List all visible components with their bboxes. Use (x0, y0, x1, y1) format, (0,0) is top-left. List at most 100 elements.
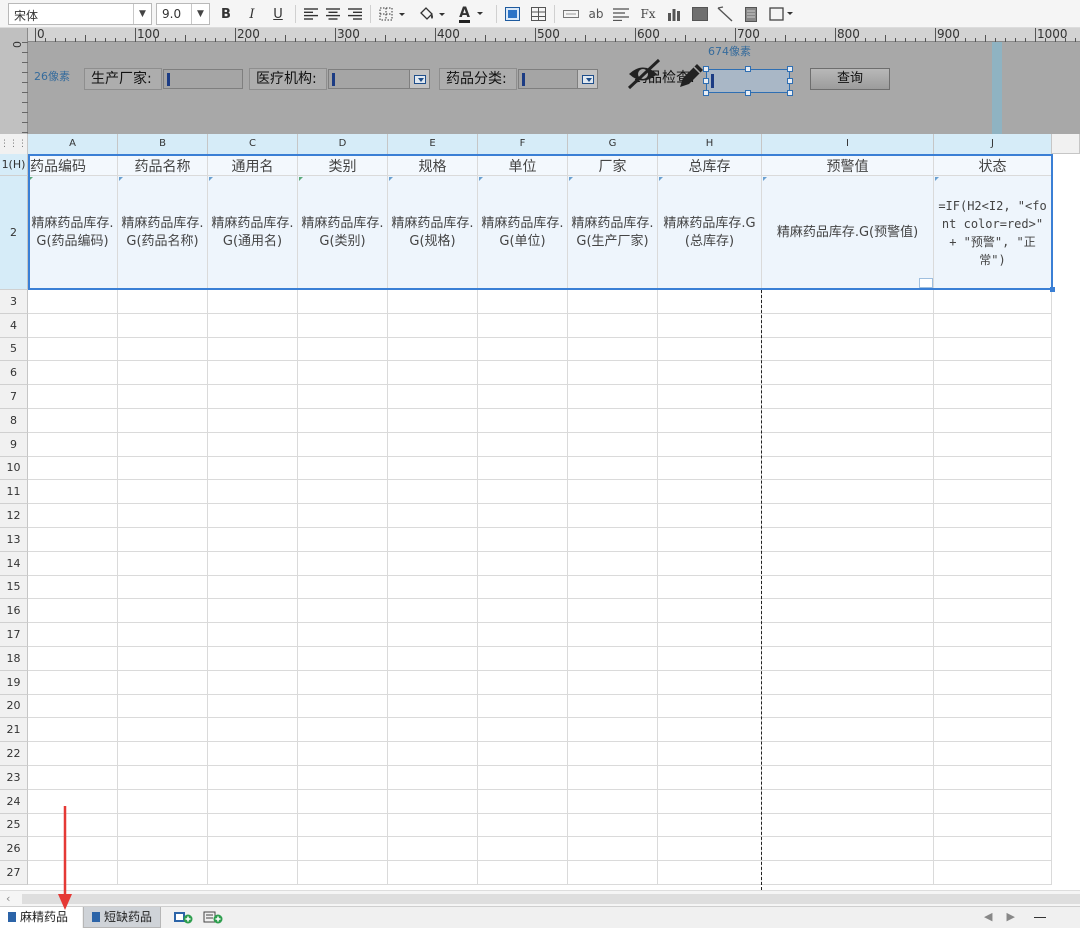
row-header[interactable]: 24 (0, 789, 28, 814)
grid-cell[interactable] (762, 647, 934, 671)
column-header-c[interactable]: C (208, 134, 298, 154)
grid-cell[interactable] (478, 456, 568, 481)
column-header-f[interactable]: F (478, 134, 568, 154)
row-header[interactable]: 16 (0, 599, 28, 624)
bar-chart-icon[interactable] (664, 3, 684, 25)
grid-cell[interactable] (388, 480, 478, 505)
grid-cell[interactable] (934, 290, 1052, 314)
grid-cell[interactable] (388, 837, 478, 862)
row-header[interactable]: 27 (0, 861, 28, 885)
grid-cell[interactable] (298, 647, 388, 671)
scrollbar-thumb[interactable] (22, 894, 1080, 904)
grid-cell[interactable] (762, 385, 934, 409)
grid-cell[interactable] (934, 409, 1052, 433)
grid-cell[interactable] (762, 290, 934, 314)
row-header[interactable]: 15 (0, 575, 28, 600)
grid-cell[interactable] (478, 861, 568, 885)
grid-cell[interactable] (934, 337, 1052, 362)
grid-cell[interactable] (568, 813, 658, 838)
insert-image-icon[interactable] (503, 3, 521, 25)
row-header[interactable]: 17 (0, 623, 28, 647)
row-header[interactable]: 18 (0, 647, 28, 671)
row-header[interactable]: 7 (0, 385, 28, 409)
grid-cell[interactable] (208, 837, 298, 862)
align-right-icon[interactable] (346, 3, 364, 25)
column-header-d[interactable]: D (298, 134, 388, 154)
grid-cell[interactable] (568, 290, 658, 314)
grid-cell[interactable] (762, 718, 934, 743)
grid-cell[interactable] (388, 313, 478, 338)
grid-cell[interactable] (658, 313, 762, 338)
grid-cell[interactable] (298, 861, 388, 885)
grid-cell[interactable] (934, 480, 1052, 505)
grid-cell[interactable] (28, 766, 118, 790)
grid-cell[interactable] (388, 551, 478, 576)
grid-cell[interactable] (118, 385, 208, 409)
grid-cell[interactable] (762, 504, 934, 528)
right-margin-guide[interactable] (992, 42, 1002, 134)
binding-cell[interactable]: 精麻药品库存.G(规格) (388, 176, 478, 290)
grid-cell[interactable] (388, 409, 478, 433)
grid-cell[interactable] (118, 480, 208, 505)
grid-cell[interactable] (298, 313, 388, 338)
grid-cell[interactable] (298, 813, 388, 838)
grid-cell[interactable] (118, 551, 208, 576)
slash-line-icon[interactable] (714, 3, 736, 25)
grid-cell[interactable] (208, 361, 298, 386)
grid-cell[interactable] (934, 742, 1052, 766)
grid-cell[interactable] (388, 575, 478, 600)
grid-cell[interactable] (934, 647, 1052, 671)
binding-cell[interactable]: =IF(H2<I2, "<font color=red>" + "预警", "正… (934, 176, 1052, 290)
grid-cell[interactable] (762, 361, 934, 386)
grid-cell[interactable] (762, 599, 934, 624)
row-header[interactable]: 20 (0, 694, 28, 719)
binding-cell[interactable]: 精麻药品库存.G(药品名称) (118, 176, 208, 290)
grid-cell[interactable] (28, 409, 118, 433)
row-header[interactable]: 2 (0, 176, 28, 290)
grid-cell[interactable] (478, 837, 568, 862)
grid-cell[interactable] (568, 456, 658, 481)
header-cell[interactable]: 预警值 (762, 154, 934, 176)
grid-cell[interactable] (208, 861, 298, 885)
grid-cell[interactable] (118, 290, 208, 314)
grid-cell[interactable] (298, 409, 388, 433)
row-header[interactable]: 8 (0, 409, 28, 433)
grid-cell[interactable] (568, 575, 658, 600)
grid-cell[interactable] (934, 551, 1052, 576)
grid-cell[interactable] (388, 623, 478, 647)
image-box-icon[interactable] (689, 3, 711, 25)
row-header[interactable]: 11 (0, 480, 28, 505)
grid-cell[interactable] (762, 766, 934, 790)
grid-cell[interactable] (118, 742, 208, 766)
grid-cell[interactable] (388, 789, 478, 814)
grid-cell[interactable] (118, 504, 208, 528)
grid-cell[interactable] (658, 766, 762, 790)
grid-cell[interactable] (568, 551, 658, 576)
grid-cell[interactable] (568, 504, 658, 528)
grid-cell[interactable] (658, 575, 762, 600)
grid-cell[interactable] (478, 813, 568, 838)
row-header[interactable]: 26 (0, 837, 28, 862)
grid-cell[interactable] (388, 742, 478, 766)
grid-cell[interactable] (388, 528, 478, 552)
grid-cell[interactable] (762, 409, 934, 433)
grid-cell[interactable] (28, 313, 118, 338)
add-dashboard-icon[interactable] (203, 910, 223, 924)
row-header[interactable]: 23 (0, 766, 28, 790)
grid-cell[interactable] (208, 742, 298, 766)
grid-cell[interactable] (568, 528, 658, 552)
grid-cell[interactable] (568, 647, 658, 671)
header-cell[interactable]: 通用名 (208, 154, 298, 176)
grid-cell[interactable] (118, 623, 208, 647)
grid-cell[interactable] (658, 813, 762, 838)
grid-cell[interactable] (658, 456, 762, 481)
header-cell[interactable]: 总库存 (658, 154, 762, 176)
grid-cell[interactable] (934, 789, 1052, 814)
grid-cell[interactable] (118, 599, 208, 624)
grid-cell[interactable] (478, 504, 568, 528)
grid-cell[interactable] (28, 528, 118, 552)
wrap-text-icon[interactable] (611, 3, 631, 25)
grid-cell[interactable] (762, 861, 934, 885)
header-cell[interactable]: 药品编码 (28, 154, 118, 176)
grid-cell[interactable] (388, 647, 478, 671)
